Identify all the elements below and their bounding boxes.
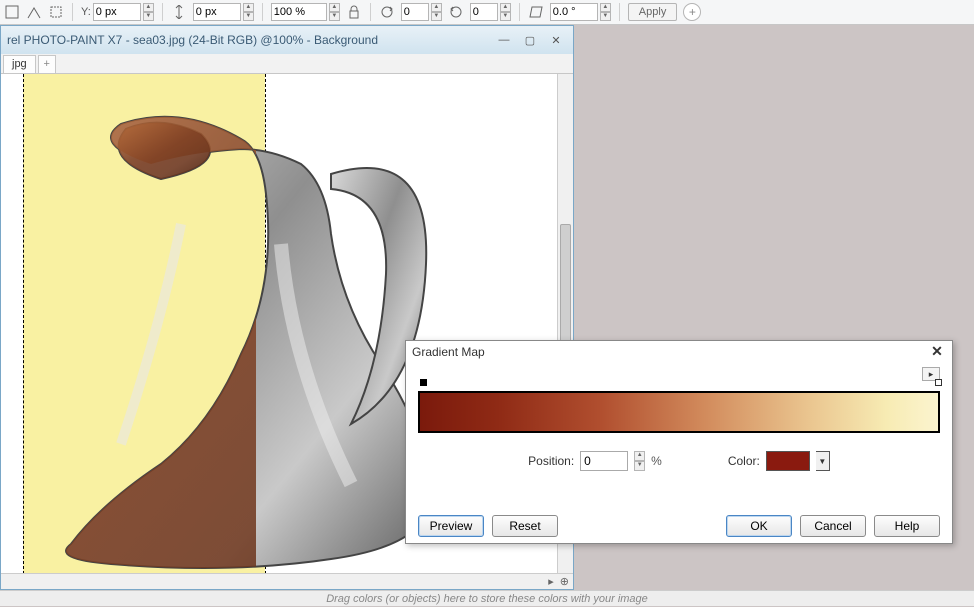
y-position-field: Y: ▲▼ [81,3,154,21]
position-label: Position: [528,454,574,468]
dialog-titlebar[interactable]: Gradient Map ✕ [406,341,952,363]
document-tabs: jpg + [1,54,573,74]
separator [370,3,371,21]
rotation2-field: ▲▼ [470,3,511,21]
y-label: Y: [81,6,91,18]
position-input[interactable] [580,451,628,471]
nav-arrow-icon[interactable]: ▸ [548,575,554,588]
ok-button[interactable]: OK [726,515,792,537]
angle-input[interactable] [550,3,598,21]
rotate-icon [379,4,395,20]
document-title: rel PHOTO-PAINT X7 - sea03.jpg (24-Bit R… [7,33,493,47]
gradient-stop-left[interactable] [420,379,427,386]
separator [619,3,620,21]
lock-icon[interactable] [346,4,362,20]
rotate-icon-2 [448,4,464,20]
add-preset-button[interactable]: + [683,3,701,21]
preview-button[interactable]: Preview [418,515,484,537]
position-spinner[interactable]: ▲▼ [634,451,645,471]
cancel-button[interactable]: Cancel [800,515,866,537]
height-field: ▲▼ [193,3,254,21]
tool-icon-1[interactable] [4,4,20,20]
angle-spinner[interactable]: ▲▼ [600,3,611,21]
gradient-map-dialog: Gradient Map ✕ ▸ Position: ▲▼ % Color: ▼… [405,340,953,544]
y-spinner[interactable]: ▲▼ [143,3,154,21]
height-icon [171,4,187,20]
help-button[interactable]: Help [874,515,940,537]
reset-button[interactable]: Reset [492,515,558,537]
dialog-footer: Preview Reset OK Cancel Help [406,509,952,543]
apply-button[interactable]: Apply [628,3,678,21]
gradient-preview-bar[interactable] [418,391,940,433]
height-input[interactable] [193,3,241,21]
dialog-title: Gradient Map [412,345,928,359]
property-bar: Y: ▲▼ ▲▼ ▲▼ ▲▼ ▲▼ ▲▼ Apply + [0,0,974,25]
scale-spinner[interactable]: ▲▼ [329,3,340,21]
close-button[interactable]: ✕ [545,32,567,48]
rot2-input[interactable] [470,3,498,21]
document-status-bar: ▸ ⊕ [1,573,573,589]
document-tab[interactable]: jpg [3,55,36,73]
color-dropdown-button[interactable]: ▼ [816,451,830,471]
y-input[interactable] [93,3,141,21]
new-tab-button[interactable]: + [38,55,56,73]
color-label: Color: [728,454,760,468]
height-spinner[interactable]: ▲▼ [243,3,254,21]
gradient-stop-right[interactable] [935,379,942,386]
separator [262,3,263,21]
percent-label: % [651,454,662,468]
scale-input[interactable] [271,3,327,21]
maximize-button[interactable]: ▢ [519,32,541,48]
dialog-close-button[interactable]: ✕ [928,343,946,361]
rot1-input[interactable] [401,3,429,21]
skew-icon [528,4,544,20]
separator [519,3,520,21]
dialog-body: ▸ Position: ▲▼ % Color: ▼ [406,363,952,479]
gradient-controls-row: Position: ▲▼ % Color: ▼ [418,451,940,471]
color-tray-hint: Drag colors (or objects) here to store t… [0,590,974,606]
angle-field: ▲▼ [550,3,611,21]
tool-icon-2[interactable] [26,4,42,20]
gradient-editor [418,391,940,433]
minimize-button[interactable]: — [493,32,515,48]
scale-field: ▲▼ [271,3,340,21]
rot2-spinner[interactable]: ▲▼ [500,3,511,21]
rotation1-field: ▲▼ [401,3,442,21]
rot1-spinner[interactable]: ▲▼ [431,3,442,21]
separator [72,3,73,21]
pitcher-image [31,104,461,573]
color-swatch[interactable] [766,451,810,471]
separator [162,3,163,21]
tool-icon-3[interactable] [48,4,64,20]
document-titlebar: rel PHOTO-PAINT X7 - sea03.jpg (24-Bit R… [1,26,573,54]
zoom-tool-icon[interactable]: ⊕ [560,575,569,588]
guide-left [23,74,24,573]
